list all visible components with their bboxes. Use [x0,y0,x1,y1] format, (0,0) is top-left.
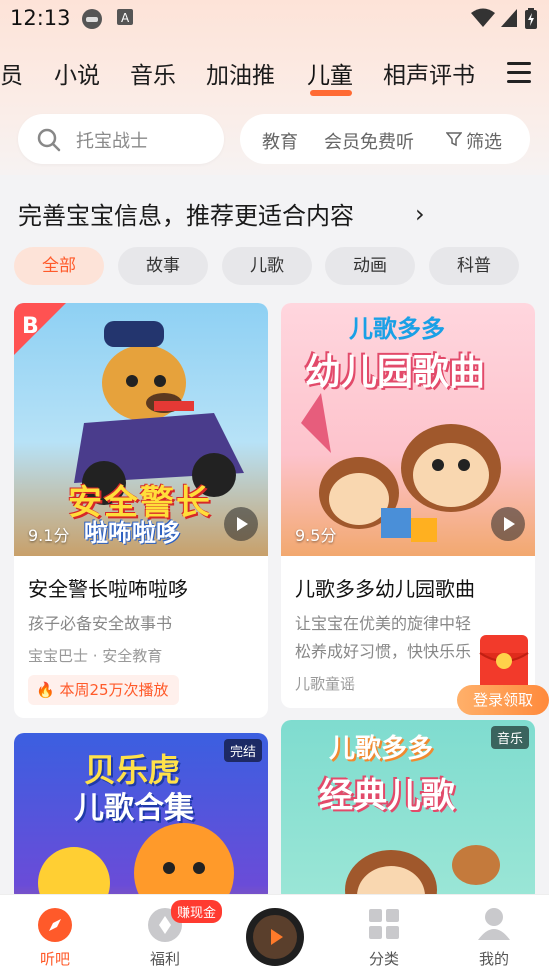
signal-icon [501,9,517,27]
album-card[interactable]: 儿歌多多 经典儿歌 音乐 [281,720,535,903]
search-input[interactable]: 托宝战士 [18,114,224,164]
tab-jiayoutui[interactable]: 加油推 [206,56,275,90]
album-description: 让宝宝在优美的旋律中轻松养成好习惯，快快乐乐 [295,614,472,661]
cover-subtitle-text: 幼儿园歌曲 [305,352,486,393]
tab-member[interactable]: 员 [0,56,23,90]
status-bar: 12:13 A [0,0,549,38]
album-title: 儿歌多多幼儿园歌曲 [295,577,475,601]
album-cover: B 安全警长 啦咘啦哆 9.1分 [14,303,268,556]
cover-title-text: 儿歌多多 [349,315,445,343]
earn-cash-badge: 赚现金 [171,900,223,923]
play-icon[interactable] [491,507,525,541]
cover-subtitle-text: 啦咘啦哆 [84,519,180,547]
filter-bar: 教育 会员免费听 筛选 [240,114,530,164]
a-badge-icon: A [117,9,133,25]
album-cover: 儿歌多多 经典儿歌 音乐 [281,720,535,903]
tab-music[interactable]: 音乐 [130,56,176,90]
nav-now-playing[interactable] [235,895,315,976]
tab-children[interactable]: 儿童 [307,56,353,90]
album-cover: 贝乐虎 儿歌合集 完结 [14,733,268,903]
category-tabs: 员 小说 音乐 加油推 儿童 相声评书 [0,50,549,100]
search-placeholder: 托宝战士 [76,131,148,152]
category-badge: 音乐 [490,726,529,749]
album-tag: 儿歌童谣 [295,675,356,693]
play-icon[interactable] [224,507,258,541]
status-badge: 完结 [223,739,262,762]
nav-mine[interactable]: 我的 [454,895,534,976]
tab-crosstalk[interactable]: 相声评书 [383,56,475,90]
play-count-text: 本周25万次播放 [59,681,169,699]
rating-score: 9.5分 [295,526,337,545]
album-cover: 儿歌多多 幼儿园歌曲 9.5分 [281,303,535,556]
filter-education[interactable]: 教育 [262,128,298,154]
chip-song[interactable]: 儿歌 [222,247,312,285]
filter-button[interactable]: 筛选 [466,128,502,154]
album-tag: 宝宝巴士 · 安全教育 [28,647,163,665]
play-count-badge: 🔥 本周25万次播放 [28,675,179,705]
active-tab-indicator [310,90,352,96]
nav-listen-label: 听吧 [39,950,70,968]
person-icon [478,908,510,940]
login-claim-button[interactable]: 登录领取 [457,685,549,715]
nav-listen[interactable]: 听吧 [15,895,95,976]
nav-welfare-label: 福利 [149,950,180,968]
nav-mine-label: 我的 [478,950,509,968]
chip-science[interactable]: 科普 [429,247,519,285]
nav-category-label: 分类 [368,950,399,968]
cover-title-text: 儿歌多多 [329,734,434,764]
baby-info-banner[interactable]: 完善宝宝信息，推荐更适合内容 [18,196,354,231]
album-title: 安全警长啦咘啦哆 [28,577,188,601]
compass-icon [38,908,72,942]
svg-text:B: B [22,314,39,339]
red-packet-icon[interactable] [478,633,530,693]
funnel-icon [446,132,462,147]
bottom-navigation: 听吧 福利 分类 我的 [0,894,549,976]
search-icon [37,128,61,152]
tab-novel[interactable]: 小说 [54,56,100,90]
app-notification-icon [82,9,102,29]
chevron-right-icon[interactable]: › [415,200,425,228]
chip-all[interactable]: 全部 [14,247,104,285]
chip-animation[interactable]: 动画 [325,247,415,285]
album-card[interactable]: 贝乐虎 儿歌合集 完结 [14,733,268,903]
status-time: 12:13 [10,6,71,30]
filter-member-free[interactable]: 会员免费听 [324,128,414,154]
cover-subtitle-text: 儿歌合集 [74,791,194,826]
menu-icon[interactable] [507,62,531,84]
rating-score: 9.1分 [28,526,70,545]
chip-story[interactable]: 故事 [118,247,208,285]
nav-category[interactable]: 分类 [344,895,424,976]
svg-text:A: A [121,11,130,25]
battery-icon [525,8,537,29]
cover-subtitle-text: 经典儿歌 [319,776,455,816]
flame-icon: 🔥 [36,681,55,699]
now-playing-disc [246,908,304,966]
album-card[interactable]: B 安全警长 啦咘啦哆 9.1分 安全警长啦咘啦哆 孩子必备安全故事书 宝宝巴士… [14,303,268,718]
grid-icon [369,909,399,939]
wifi-icon [471,8,495,27]
album-description: 孩子必备安全故事书 [28,614,173,633]
